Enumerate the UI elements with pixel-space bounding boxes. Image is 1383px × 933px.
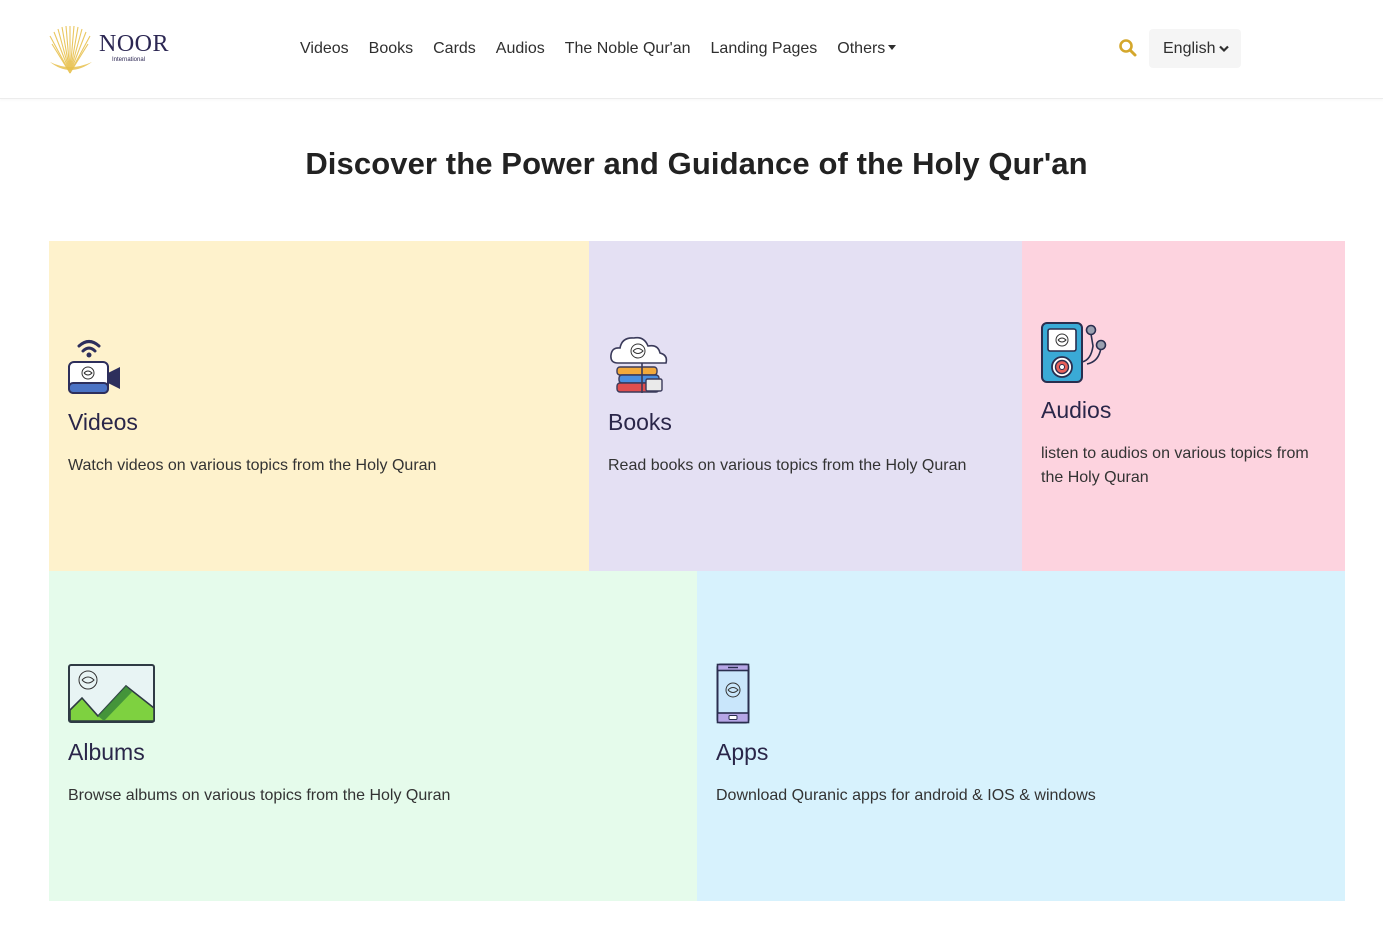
album-picture-icon [68, 664, 155, 723]
apps-card-title: Apps [716, 739, 769, 765]
main-nav: Videos Books Cards Audios The Noble Qur'… [290, 36, 906, 62]
logo-subtitle: International [112, 57, 146, 63]
nav-item-landing-pages[interactable]: Landing Pages [701, 37, 828, 61]
sunburst-logo-icon [49, 26, 92, 74]
albums-card[interactable]: Albums Browse albums on various topics f… [49, 571, 697, 901]
language-dropdown[interactable]: English [1149, 29, 1241, 68]
search-icon [1119, 39, 1137, 57]
apps-card-description: Download Quranic apps for android & IOS … [716, 787, 1096, 804]
apps-card[interactable]: Apps Download Quranic apps for android &… [697, 571, 1345, 901]
page-title: Discover the Power and Guidance of the H… [305, 146, 1088, 181]
nav-item-books[interactable]: Books [359, 37, 423, 61]
videos-card-description: Watch videos on various topics from the … [68, 457, 437, 474]
search-button[interactable] [1117, 37, 1139, 59]
albums-card-description: Browse albums on various topics from the… [68, 787, 451, 804]
nav-item-audios[interactable]: Audios [486, 37, 555, 61]
nav-item-noble-quran[interactable]: The Noble Qur'an [555, 37, 701, 61]
audios-card[interactable]: Audios listen to audios on various topic… [1022, 241, 1345, 571]
books-card-description: Read books on various topics from the Ho… [608, 457, 967, 474]
video-camera-icon [68, 340, 120, 394]
audios-card-title: Audios [1041, 397, 1112, 423]
site-header: NOOR International Videos Books Cards Au… [0, 0, 1383, 99]
audios-card-description: listen to audios on various topics from … [1041, 445, 1309, 486]
nav-item-videos[interactable]: Videos [290, 37, 359, 61]
audio-player-icon [1041, 322, 1107, 383]
books-card[interactable]: Books Read books on various topics from … [589, 241, 1022, 571]
chevron-down-icon [1219, 45, 1230, 52]
noor-logo[interactable]: NOOR International [48, 26, 178, 76]
books-card-title: Books [608, 409, 672, 435]
logo-title: NOOR [99, 31, 170, 57]
nav-item-others-label: Others [837, 40, 886, 57]
videos-card[interactable]: Videos Watch videos on various topics fr… [49, 241, 589, 571]
videos-card-title: Videos [68, 409, 138, 435]
caret-down-icon [888, 45, 897, 50]
phone-app-icon [716, 663, 750, 724]
albums-card-title: Albums [68, 739, 145, 765]
language-label: English [1163, 39, 1216, 57]
nav-item-cards[interactable]: Cards [423, 37, 486, 61]
books-cloud-icon [610, 336, 668, 393]
nav-item-others-dropdown[interactable]: Others [827, 37, 906, 61]
